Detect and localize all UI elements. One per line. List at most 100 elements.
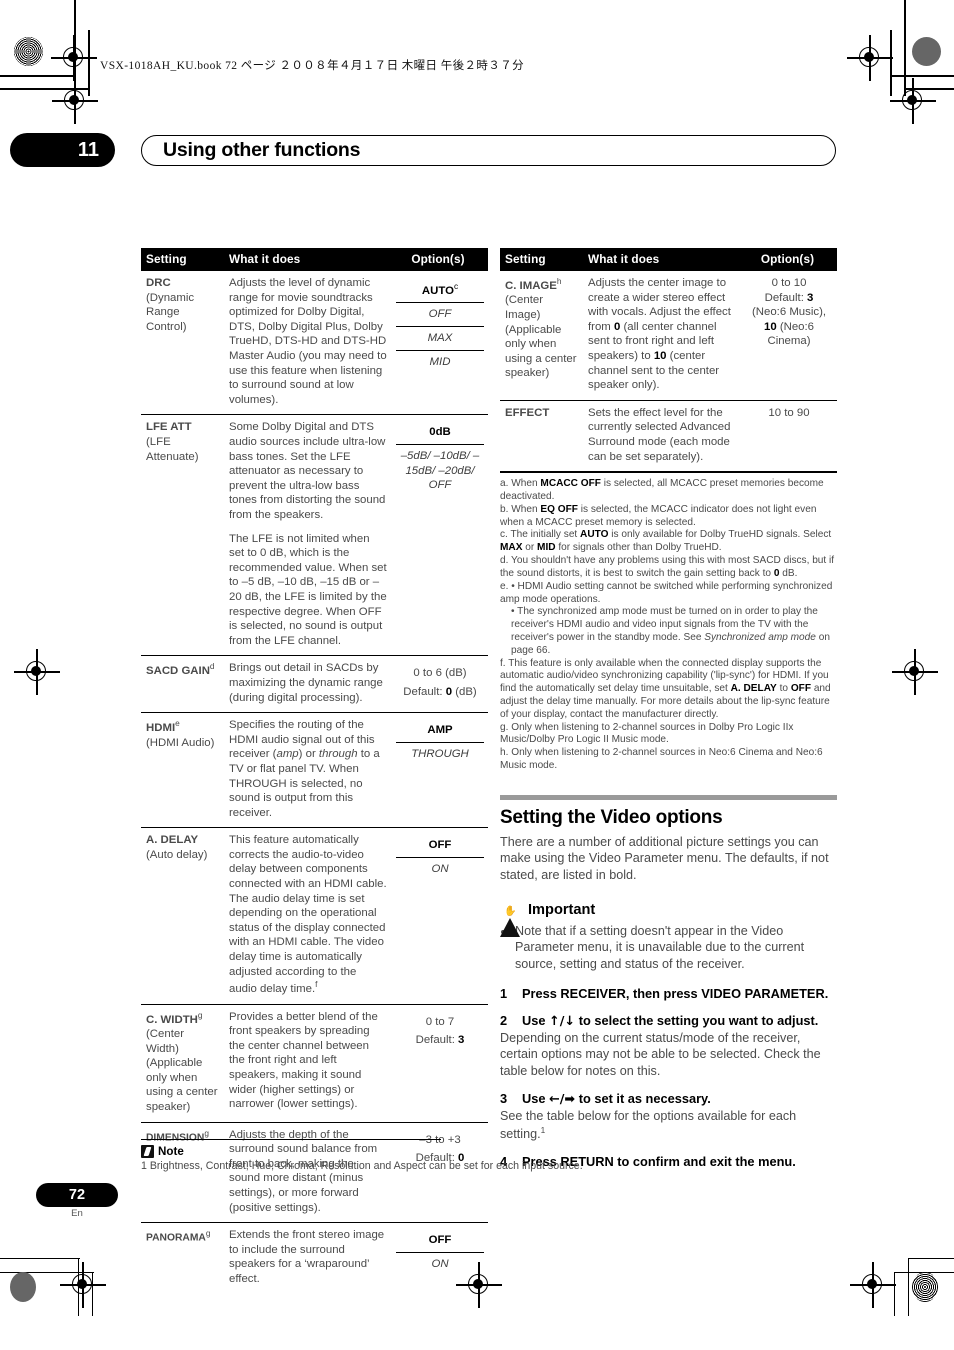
cell-setting-name: SACD GAINd bbox=[141, 655, 224, 713]
registration-mark-top-right bbox=[847, 35, 893, 81]
table-row: C. WIDTHg (Center Width) (Applicable only… bbox=[141, 1003, 488, 1123]
cell-description: Brings out detail in SACDs by maximizing… bbox=[224, 655, 391, 713]
step-body-text: See the table below for the options avai… bbox=[500, 1109, 797, 1141]
col-header-what-it-does: What it does bbox=[583, 248, 741, 272]
col-header-options: Option(s) bbox=[741, 248, 837, 272]
table-row: HDMIe (HDMI Audio) Specifies the routing o… bbox=[141, 712, 488, 828]
cell-options: 0 to 7 Default: 3 bbox=[391, 1003, 488, 1123]
table-row: A. DELAY (Auto delay) This feature automat… bbox=[141, 827, 488, 1005]
option-value: 0dB bbox=[429, 426, 451, 439]
print-header-line: VSX-1018AH_KU.book 72 ページ ２００８年４月１７日 木曜日… bbox=[100, 60, 525, 72]
cell-options: OFF ON bbox=[391, 827, 488, 1005]
print-density-patch-bl bbox=[10, 1272, 36, 1302]
registration-mark-top-right-lower bbox=[890, 78, 936, 124]
option-value: MID bbox=[396, 349, 484, 374]
note-text: 1 Brightness, Contrast, Hue, Chroma, Res… bbox=[141, 1160, 583, 1172]
option-value: MAX bbox=[396, 326, 484, 350]
section-intro-text: There are a number of additional picture… bbox=[500, 834, 829, 882]
direction-arrows-icon: ↑/↓ bbox=[549, 1014, 576, 1030]
crop-mark-bottom-right bbox=[860, 1250, 954, 1350]
left-column: Setting What it does Option(s) DRC (Dynam… bbox=[141, 248, 488, 1294]
table-header: Setting What it does Option(s) bbox=[500, 248, 837, 272]
note-icon bbox=[141, 1145, 154, 1158]
table-row: SACD GAINd Brings out detail in SACDs by … bbox=[141, 655, 488, 713]
option-default: Default: 0 (dB) bbox=[403, 685, 477, 698]
option-range: 0 to 7 bbox=[425, 1015, 455, 1028]
step-instruction: Use ↑/↓ to select the setting you want t… bbox=[522, 1013, 819, 1030]
table-header-row: Setting What it does Option(s) bbox=[500, 248, 837, 272]
footnote-item: • The synchronized amp mode must be turn… bbox=[511, 606, 830, 656]
table-row: C. IMAGEh (Center Image) (Applicable only… bbox=[500, 271, 837, 400]
note-heading: Note bbox=[141, 1145, 838, 1158]
right-column: Setting What it does Option(s) C. IMAGEh… bbox=[500, 248, 837, 1181]
cell-description: Adjusts the center image to create a wid… bbox=[588, 277, 731, 392]
cell-description: Sets the effect level for the currently … bbox=[583, 399, 741, 472]
step-number: 3 bbox=[500, 1091, 508, 1107]
important-bullet-list: Note that if a setting doesn't appear in… bbox=[500, 923, 837, 972]
step-heading: 2 Use ↑/↓ to select the setting you want … bbox=[500, 1013, 837, 1029]
step-number: 1 bbox=[500, 986, 508, 1002]
table-bottom-rule bbox=[500, 471, 837, 474]
print-density-patch-br bbox=[912, 1272, 938, 1302]
cell-setting-name: C. WIDTHg (Center Width) (Applicable only… bbox=[141, 1003, 224, 1123]
step-heading: 1 Press RECEIVER, then press VIDEO PARAME… bbox=[500, 986, 837, 1001]
footnote-item: b. When EQ OFF is selected, the MCACC in… bbox=[500, 503, 817, 528]
table-row: EFFECT Sets the effect level for the curr… bbox=[500, 399, 837, 472]
audio-parameter-table-left: Setting What it does Option(s) DRC (Dynam… bbox=[141, 248, 488, 1294]
print-density-patch-tr bbox=[912, 37, 941, 66]
footnote-item: d. You shouldn't have any problems using… bbox=[500, 555, 835, 579]
page-title: Using other functions bbox=[163, 139, 361, 161]
registration-mark-top-left bbox=[52, 78, 98, 124]
option-default: Default: 3 bbox=[415, 1034, 465, 1047]
step-number: 2 bbox=[500, 1013, 508, 1029]
option-value: OFF bbox=[396, 302, 484, 326]
cell-description: Some Dolby Digital and DTS audio sources… bbox=[224, 414, 391, 656]
option-value: AUTOc bbox=[421, 281, 459, 297]
registration-mark-mid-left bbox=[14, 649, 60, 695]
footnote-item: g. Only when listening to 2-channel sour… bbox=[500, 721, 794, 746]
procedure-step: 1 Press RECEIVER, then press VIDEO PARAME… bbox=[500, 986, 837, 1001]
option-value: ON bbox=[396, 856, 484, 881]
chapter-number-badge: 11 bbox=[10, 133, 115, 167]
cell-options: AMP THROUGH bbox=[391, 712, 488, 828]
step-instruction: Press RECEIVER, then press VIDEO PARAMET… bbox=[522, 986, 829, 1002]
page-language-code: En bbox=[71, 1208, 83, 1219]
registration-mark-top-header bbox=[51, 35, 97, 81]
procedure-step: 2 Use ↑/↓ to select the setting you want … bbox=[500, 1013, 837, 1079]
print-density-patch-tl bbox=[14, 37, 43, 66]
footnotes-block: a. When MCACC OFF is selected, all MCACC… bbox=[500, 478, 837, 773]
option-value: OFF bbox=[428, 1234, 452, 1247]
option-value: AMP bbox=[427, 724, 453, 737]
cell-setting-name: A. DELAY (Auto delay) bbox=[141, 827, 224, 1005]
registration-mark-mid-right bbox=[892, 649, 938, 695]
note-title: Note bbox=[158, 1145, 184, 1158]
note-divider-rule bbox=[141, 1139, 441, 1140]
cell-setting-name: LFE ATT (LFE Attenuate) bbox=[141, 414, 224, 656]
footnote-item: f. This feature is only available when t… bbox=[500, 657, 831, 720]
cell-setting-name: EFFECT bbox=[500, 399, 583, 472]
cell-options: 0 to 10 Default: 3 (Neo:6 Music), 10 (Neo:… bbox=[751, 277, 827, 348]
col-header-options: Option(s) bbox=[391, 248, 488, 272]
table-row: PANORAMAg Extends the front stereo image … bbox=[141, 1222, 488, 1294]
col-header-setting: Setting bbox=[141, 248, 224, 272]
section-divider-rule bbox=[500, 794, 837, 800]
cell-description: This feature automatically corrects the … bbox=[224, 827, 391, 1005]
footnote-item: c. The initially set AUTO is only availa… bbox=[500, 529, 832, 554]
footnote-item: a. When MCACC OFF is selected, all MCACC… bbox=[500, 478, 824, 503]
warning-triangle-icon: ✋ bbox=[500, 900, 521, 937]
cell-description: Specifies the routing of the HDMI audio … bbox=[224, 712, 391, 828]
cell-options: 0 to 6 (dB) Default: 0 (dB) bbox=[391, 655, 488, 713]
registration-mark-bottom-right bbox=[850, 1262, 896, 1308]
important-bullet: Note that if a setting doesn't appear in… bbox=[515, 923, 837, 972]
cell-description: Extends the front stereo image to includ… bbox=[224, 1222, 391, 1294]
step-heading: 3 Use ←/➡ to set it as necessary. bbox=[500, 1091, 837, 1107]
cell-setting-name: PANORAMAg bbox=[141, 1222, 224, 1294]
option-value: ON bbox=[396, 1251, 484, 1276]
table-header: Setting What it does Option(s) bbox=[141, 248, 488, 272]
col-header-setting: Setting bbox=[500, 248, 583, 272]
crop-mark-top-right bbox=[860, 0, 954, 140]
footnote-item: e. • HDMI Audio setting cannot be switch… bbox=[500, 580, 833, 605]
cell-options: AUTOc OFF MAX MID bbox=[391, 271, 488, 415]
cell-options: 0dB –5dB/ –10dB/ –15dB/ –20dB/ OFF bbox=[391, 414, 488, 656]
bottom-note-block: Note 1 Brightness, Contrast, Hue, Chroma… bbox=[141, 1139, 838, 1174]
